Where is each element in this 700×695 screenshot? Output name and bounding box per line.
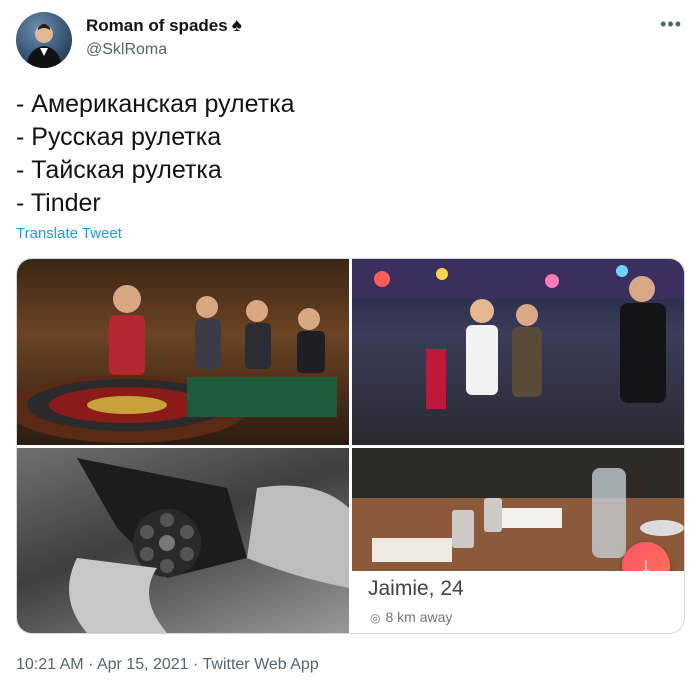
media-image-thai-street[interactable] — [352, 259, 684, 445]
tweet-time-link[interactable]: 10:21 AM · Apr 15, 2021 — [16, 656, 189, 673]
spade-icon: ♠ — [231, 15, 242, 36]
avatar[interactable] — [16, 12, 72, 68]
avatar-photo — [26, 24, 62, 68]
tinder-profile-distance: ◎ 8 km away — [370, 609, 452, 625]
tweet-line: - Tinder — [16, 189, 101, 217]
tweet-date: Apr 15, 2021 — [96, 656, 189, 673]
media-grid: ↓ Jaimie, 24 ◎ 8 km away — [16, 258, 685, 634]
media-image-roulette-casino[interactable] — [17, 259, 349, 445]
tinder-distance-text: 8 km away — [385, 609, 453, 625]
tweet-time: 10:21 AM — [16, 656, 84, 673]
tweet-line: - Тайская рулетка — [16, 156, 222, 184]
more-options-icon[interactable]: ••• — [660, 14, 682, 35]
location-pin-icon: ◎ — [370, 611, 381, 625]
meta-separator: · — [88, 656, 94, 673]
roulette-illustration — [17, 285, 337, 443]
translate-tweet-link[interactable]: Translate Tweet — [16, 225, 122, 242]
tweet-source-link[interactable]: Twitter Web App — [203, 656, 319, 673]
media-image-revolver[interactable] — [17, 448, 349, 633]
author-name-text: Roman of spades — [86, 16, 228, 35]
media-image-tinder-card[interactable]: ↓ Jaimie, 24 ◎ 8 km away — [352, 448, 684, 633]
tweet-line: - Русская рулетка — [16, 123, 222, 151]
revolver-illustration — [69, 458, 349, 633]
tweet-line: - Американская рулетка — [16, 90, 295, 118]
tinder-profile-name: Jaimie, 24 — [368, 577, 464, 600]
author-display-name[interactable]: Roman of spades ♠ — [86, 15, 242, 37]
tweet-meta: 10:21 AM · Apr 15, 2021 · Twitter Web Ap… — [16, 656, 319, 674]
meta-separator: · — [193, 656, 199, 673]
tweet-text: - Американская рулетка - Русская рулетка… — [16, 88, 295, 220]
street-illustration — [352, 259, 684, 409]
author-handle[interactable]: @SklRoma — [86, 41, 167, 59]
tinder-profile-card: Jaimie, 24 ◎ 8 km away — [352, 571, 684, 633]
